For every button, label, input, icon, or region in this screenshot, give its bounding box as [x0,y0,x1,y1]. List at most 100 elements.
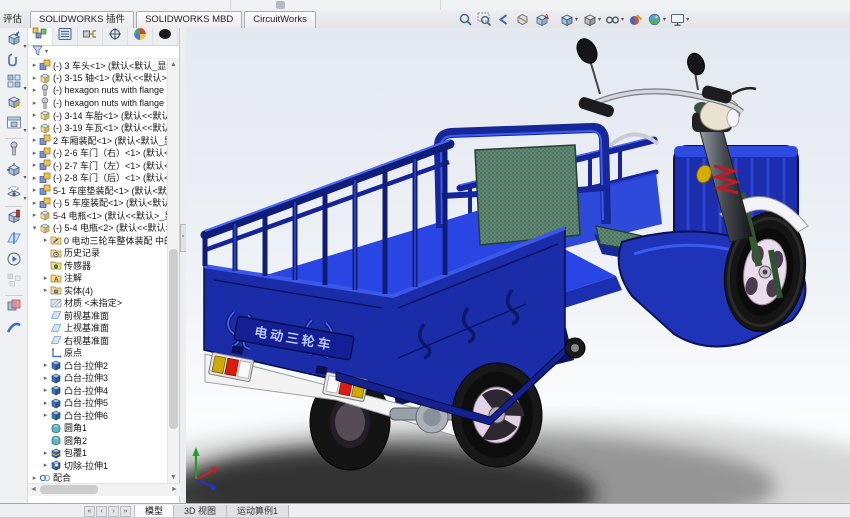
expand-arrow-icon[interactable]: ▸ [41,361,50,369]
tree-item[interactable]: 前视基准面 [28,309,168,322]
tree-item[interactable]: ▾(-) 5-4 电瓶<2> (默认<<默认>_显 [28,222,168,235]
tab-nav-first-button[interactable]: « [84,506,95,517]
tree-item[interactable]: ▸凸台-拉伸6 [28,409,168,422]
tree-vertical-scrollbar[interactable]: ▲ ▼ [167,59,179,483]
graphics-area[interactable]: 电动三轮车 [186,28,850,503]
expand-arrow-icon[interactable]: ▸ [30,149,39,157]
expand-arrow-icon[interactable]: ▸ [41,461,50,469]
expand-arrow-icon[interactable]: ▸ [41,274,50,282]
smart-fasteners-button[interactable] [3,141,25,162]
expand-arrow-icon[interactable]: ▸ [41,449,50,457]
tree-item[interactable]: ▸凸台-拉伸3 [28,372,168,385]
expand-arrow-icon[interactable]: ▸ [30,86,39,94]
tree-item[interactable]: 传感器 [28,259,168,272]
previous-view-button[interactable] [494,11,513,28]
ribbon-tab[interactable]: SOLIDWORKS MBD [136,11,242,28]
expand-arrow-icon[interactable]: ▸ [30,136,39,144]
edit-component-button[interactable] [3,94,25,115]
expand-arrow-icon[interactable]: ▸ [30,161,39,169]
show-hidden-components-button[interactable]: ▾ [3,183,25,204]
move-component-button[interactable]: ▾ [3,162,25,183]
expand-arrow-icon[interactable]: ▸ [30,99,39,107]
view-orientation-button[interactable]: ▾ [557,11,580,28]
ribbon-tab[interactable]: CircuitWorks [244,11,316,28]
tab-nav-last-button[interactable]: » [120,506,131,517]
tree-item[interactable]: ▸实体(4) [28,284,168,297]
bottom-tab[interactable]: 3D 视图 [174,505,227,518]
filter-dropdown-caret[interactable]: ▾ [45,48,48,55]
tree-item[interactable]: 原点 [28,347,168,360]
tree-item[interactable]: ▸2 车厢装配<1> (默认<默认_显示 [28,134,168,147]
tree-item[interactable]: ▸切除-拉伸1 [28,459,168,472]
dropdown-caret-icon[interactable]: ▾ [23,127,26,134]
dropdown-caret-icon[interactable]: ▾ [23,195,26,202]
ribbon-tab[interactable]: 评估 [2,12,28,28]
tree-item[interactable]: ▸(-) hexagon nuts with flange gb [28,84,168,97]
interference-detection-button[interactable] [3,298,25,319]
scrollbar-thumb[interactable] [40,485,98,494]
panel-tab-cam-manager[interactable] [153,28,178,45]
section-view-button[interactable] [513,11,532,28]
expand-arrow-icon[interactable]: ▾ [30,224,39,232]
view-settings-button[interactable]: ▾ [668,11,691,28]
panel-tab-property-manager[interactable] [53,28,78,45]
tree-item[interactable]: 历史记录 [28,247,168,260]
belt-chain-button[interactable] [3,319,25,340]
model-view-tricycle[interactable]: 电动三轮车 [186,28,850,503]
assembly-features-button[interactable] [3,209,25,230]
expand-arrow-icon[interactable]: ▸ [30,199,39,207]
expand-arrow-icon[interactable]: ▸ [30,174,39,182]
tree-horizontal-scrollbar[interactable]: ◄ ► [28,483,180,496]
dropdown-caret-icon[interactable]: ▾ [23,85,26,92]
bottom-tab[interactable]: 模型 [134,505,174,518]
tree-item[interactable]: ▸(-) 3-14 车胎<1> (默认<<默认>_ [28,109,168,122]
scroll-up-icon[interactable]: ▲ [168,59,179,70]
scroll-right-icon[interactable]: ► [169,484,180,496]
tree-item[interactable]: ▸(-) hexagon nuts with flange gb [28,97,168,110]
expand-arrow-icon[interactable]: ▸ [41,286,50,294]
expand-arrow-icon[interactable]: ▸ [30,124,39,132]
tree-item[interactable]: ▸5-1 车座垫装配<1> (默认<默认_显 [28,184,168,197]
display-style-button[interactable]: ▾ [580,11,603,28]
dropdown-caret-icon[interactable]: ▾ [686,16,689,23]
tree-item[interactable]: ▸A注解 [28,272,168,285]
zoom-to-fit-button[interactable] [456,11,475,28]
tree-item[interactable]: ▸0 电动三轮车整体装配 中的配 [28,234,168,247]
expand-arrow-icon[interactable]: ▸ [30,111,39,119]
tree-item[interactable]: ▸凸台-拉伸4 [28,384,168,397]
hide-show-items-button[interactable]: ▾ [603,11,626,28]
tree-item[interactable]: ▸配合 [28,472,168,484]
dropdown-caret-icon[interactable]: ▾ [23,174,26,181]
zoom-to-area-button[interactable] [475,11,494,28]
dynamic-annotation-views-button[interactable]: A [532,11,551,28]
mate-button[interactable] [3,52,25,73]
linear-component-pattern-button[interactable]: ▾ [3,73,25,94]
tree-item[interactable]: ▸凸台-拉伸5 [28,397,168,410]
tree-item[interactable]: 圆角1 [28,422,168,435]
dropdown-caret-icon[interactable]: ▾ [663,16,666,23]
tree-filter-button[interactable]: ▾ [28,45,179,59]
tree-item[interactable]: ▸(-) 2-7 车门（左）<1> (默认<默认 [28,159,168,172]
panel-tab-dimxpert-manager[interactable] [103,28,128,45]
scrollbar-thumb[interactable] [169,249,178,429]
expand-arrow-icon[interactable]: ▸ [30,211,39,219]
expand-arrow-icon[interactable]: ▸ [41,386,50,394]
tree-item[interactable]: ▸包覆1 [28,447,168,460]
tree-item[interactable]: 上视基准面 [28,322,168,335]
tree-item[interactable]: 材质 <未指定> [28,297,168,310]
dropdown-caret-icon[interactable]: ▾ [23,43,26,50]
ribbon-tab[interactable]: SOLIDWORKS 插件 [30,11,134,28]
dropdown-caret-icon[interactable]: ▾ [621,16,624,23]
new-motion-study-button[interactable] [3,251,25,272]
expand-arrow-icon[interactable]: ▸ [41,399,50,407]
expand-arrow-icon[interactable]: ▸ [30,474,39,482]
insert-components-button[interactable]: ▾ [3,31,25,52]
scroll-down-icon[interactable]: ▼ [168,472,179,483]
expand-arrow-icon[interactable]: ▸ [41,374,50,382]
tree-item[interactable]: ▸(-) 3 车头<1> (默认<默认_显示状 [28,59,168,72]
tree-item[interactable]: ▸凸台-拉伸2 [28,359,168,372]
scroll-left-icon[interactable]: ◄ [28,484,39,496]
expand-arrow-icon[interactable]: ▸ [41,236,50,244]
tree-item[interactable]: ▸(-) 2-8 车门（后）<1> (默认<默认 [28,172,168,185]
tree-item[interactable]: ▸(-) 3-19 车瓦<1> (默认<<默认>_ [28,122,168,135]
